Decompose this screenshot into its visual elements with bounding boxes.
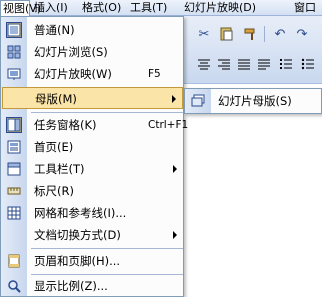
justify-icon[interactable]	[234, 54, 254, 74]
menu-item-header-footer[interactable]: 页眉和页脚(H)...	[2, 250, 183, 272]
menu-item-label: 母版(M)	[35, 92, 77, 106]
menu-item-label: 页眉和页脚(H)...	[34, 254, 121, 268]
menu-item-label: 任务窗格(K)	[34, 118, 97, 132]
toolbar-icon	[6, 161, 22, 177]
menu-item-label: 网格和参考线(I)...	[34, 206, 127, 220]
menu-item-ruler[interactable]: 标尺(R)	[2, 180, 183, 202]
grid-icon	[6, 205, 22, 221]
menu-item-label: 普通(N)	[34, 23, 75, 37]
normal-view-icon	[6, 22, 22, 38]
master-submenu: 幻灯片母版(S)	[184, 88, 322, 114]
undo-icon[interactable]: ↶	[270, 24, 290, 44]
menu-item-slide-sorter[interactable]: 幻灯片浏览(S)	[2, 41, 183, 63]
menu-bar: 视图(V) 插入(I) 格式(O) 工具(T) 幻灯片放映(D) 窗口	[0, 0, 322, 16]
bullet-list-icon[interactable]	[298, 54, 318, 74]
menu-item-label: 显示比例(Z)...	[34, 279, 108, 293]
view-menu-dropdown: 普通(N) 幻灯片浏览(S) 幻灯片放映(W) F5 母版(M) 任务窗格(K)…	[0, 16, 188, 297]
home-page-icon	[6, 139, 22, 155]
menu-item-label: 幻灯片母版(S)	[218, 94, 292, 108]
menu-item-label: 幻灯片浏览(S)	[34, 45, 108, 59]
cut-icon[interactable]: ✂	[194, 24, 214, 44]
zoom-icon	[6, 278, 22, 294]
format-painter-icon[interactable]	[240, 24, 260, 44]
slide-master-icon	[190, 93, 206, 109]
menu-item-master[interactable]: 母版(M)	[2, 87, 183, 109]
redo-icon[interactable]: ↷	[292, 24, 312, 44]
toolbar-separator	[264, 26, 265, 42]
menu-item-toolbars[interactable]: 工具栏(T)	[2, 158, 183, 180]
menu-item-label: 文档切换方式(D)	[34, 228, 121, 242]
menu-item-shortcut: F5	[148, 68, 161, 80]
menu-item-label: 标尺(R)	[34, 184, 74, 198]
menu-item-label: 工具栏(T)	[34, 162, 85, 176]
menu-separator	[31, 112, 183, 113]
menu-item-shortcut: Ctrl+F1	[148, 119, 189, 131]
paste-icon[interactable]	[216, 24, 236, 44]
menu-item-slide-master[interactable]: 幻灯片母版(S)	[186, 90, 320, 112]
submenu-arrow-icon	[173, 231, 177, 239]
menu-window[interactable]: 窗口	[292, 0, 318, 16]
menu-insert[interactable]: 插入(I)	[32, 0, 70, 16]
menu-format[interactable]: 格式(O)	[80, 0, 123, 16]
menu-tools[interactable]: 工具(T)	[128, 0, 169, 16]
menu-item-task-pane[interactable]: 任务窗格(K) Ctrl+F1	[2, 114, 188, 136]
header-footer-icon	[6, 253, 22, 269]
distribute-icon[interactable]	[254, 54, 274, 74]
align-center-icon[interactable]	[194, 54, 214, 74]
numbered-list-icon[interactable]	[276, 54, 296, 74]
menu-item-zoom[interactable]: 显示比例(Z)...	[2, 275, 183, 297]
menu-item-slideshow[interactable]: 幻灯片放映(W) F5	[2, 63, 183, 85]
menu-separator	[31, 248, 183, 249]
menu-item-document-switch[interactable]: 文档切换方式(D)	[2, 224, 183, 246]
toolbar: ✂ ↶ ↷	[184, 16, 322, 84]
menu-item-grid[interactable]: 网格和参考线(I)...	[2, 202, 183, 224]
menu-item-home-page[interactable]: 首页(E)	[2, 136, 183, 158]
menu-slideshow[interactable]: 幻灯片放映(D)	[182, 0, 258, 16]
ruler-icon	[6, 183, 22, 199]
menu-item-normal[interactable]: 普通(N)	[2, 19, 183, 41]
submenu-arrow-icon	[173, 165, 177, 173]
slide-sorter-icon	[6, 44, 22, 60]
align-right-icon[interactable]	[214, 54, 234, 74]
task-pane-icon	[6, 117, 22, 133]
menu-view[interactable]: 视图(V)	[0, 0, 41, 16]
slideshow-icon	[6, 66, 22, 82]
menu-item-label: 幻灯片放映(W)	[34, 67, 112, 81]
menu-item-label: 首页(E)	[34, 140, 74, 154]
submenu-arrow-icon	[172, 95, 176, 103]
